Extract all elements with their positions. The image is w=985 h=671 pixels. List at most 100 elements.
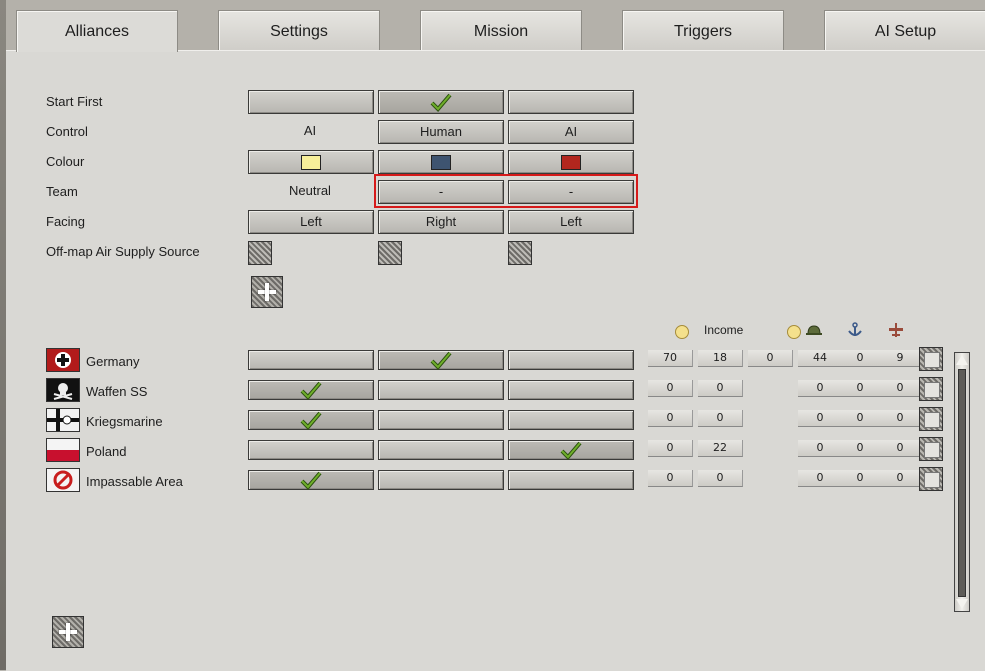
income-header: Income: [704, 323, 744, 337]
label-start-first: Start First: [46, 94, 103, 109]
resource-value[interactable]: 22: [698, 440, 743, 457]
income-value[interactable]: 0: [648, 440, 693, 457]
faction-edit-button[interactable]: [919, 437, 943, 461]
faction-name-waffen-ss: Waffen SS: [86, 384, 148, 399]
faction-germany-side-1[interactable]: [248, 350, 374, 370]
anchor-value[interactable]: 0: [838, 410, 883, 427]
tab-ai-setup[interactable]: AI Setup: [824, 10, 985, 51]
faction-name-germany: Germany: [86, 354, 140, 369]
faction-kriegsmarine-side-3[interactable]: [508, 410, 634, 430]
scroll-track[interactable]: [958, 369, 966, 597]
faction-name-poland: Poland: [86, 444, 127, 459]
scroll-down-icon[interactable]: [956, 599, 968, 609]
checkmark-icon: [300, 381, 322, 400]
income-value[interactable]: 0: [648, 410, 693, 427]
control-side-3[interactable]: AI: [508, 120, 634, 144]
colour-side-3[interactable]: [508, 150, 634, 174]
faction-poland-side-2[interactable]: [378, 440, 504, 460]
air-supply-checkbox-side-3[interactable]: [508, 241, 532, 265]
faction-kriegsmarine-side-1[interactable]: [248, 410, 374, 430]
helmet-value[interactable]: 0: [798, 380, 843, 397]
add-side-button[interactable]: [251, 276, 283, 308]
faction-edit-button[interactable]: [919, 467, 943, 491]
resource-value[interactable]: 0: [748, 350, 793, 367]
plane-value[interactable]: 9: [878, 350, 923, 367]
checkmark-icon: [300, 411, 322, 430]
team-side-1: Neutral: [289, 183, 331, 198]
colour-side-1[interactable]: [248, 150, 374, 174]
coin-icon: [787, 325, 801, 339]
add-faction-button[interactable]: [52, 616, 84, 648]
start-first-side-1[interactable]: [248, 90, 374, 114]
tab-settings[interactable]: Settings: [218, 10, 380, 51]
team-highlight-box: [374, 174, 638, 208]
checkmark-icon: [430, 93, 452, 112]
anchor-value[interactable]: 0: [838, 440, 883, 457]
flag-kriegsmarine: [46, 408, 80, 432]
flag-germany: [46, 348, 80, 372]
income-value[interactable]: 70: [648, 350, 693, 367]
plane-icon: [889, 323, 903, 337]
faction-waffen-ss-side-2[interactable]: [378, 380, 504, 400]
faction-germany-side-2[interactable]: [378, 350, 504, 370]
tab-mission[interactable]: Mission: [420, 10, 582, 51]
control-side-2[interactable]: Human: [378, 120, 504, 144]
plane-value[interactable]: 0: [878, 410, 923, 427]
helmet-value[interactable]: 0: [798, 410, 843, 427]
anchor-value[interactable]: 0: [838, 350, 883, 367]
air-supply-checkbox-side-2[interactable]: [378, 241, 402, 265]
faction-kriegsmarine-side-2[interactable]: [378, 410, 504, 430]
faction-list-scrollbar[interactable]: [954, 352, 970, 612]
resource-value[interactable]: 0: [698, 380, 743, 397]
colour-swatch: [301, 155, 321, 171]
label-colour: Colour: [46, 154, 85, 169]
plane-value[interactable]: 0: [878, 470, 923, 487]
faction-germany-side-3[interactable]: [508, 350, 634, 370]
faction-poland-side-1[interactable]: [248, 440, 374, 460]
label-air-supply: Off-map Air Supply Source: [46, 244, 200, 259]
scroll-up-icon[interactable]: [956, 355, 968, 365]
faction-waffen-ss-side-1[interactable]: [248, 380, 374, 400]
anchor-icon: [848, 322, 862, 336]
colour-swatch: [431, 155, 451, 171]
start-first-side-3[interactable]: [508, 90, 634, 114]
faction-impassable-side-2[interactable]: [378, 470, 504, 490]
control-side-1: AI: [303, 123, 317, 138]
checkmark-icon: [560, 441, 582, 460]
label-facing: Facing: [46, 214, 86, 229]
helmet-icon: [806, 325, 822, 335]
faction-poland-side-3[interactable]: [508, 440, 634, 460]
start-first-side-2[interactable]: [378, 90, 504, 114]
resource-value[interactable]: 18: [698, 350, 743, 367]
faction-impassable-side-1[interactable]: [248, 470, 374, 490]
faction-edit-button[interactable]: [919, 347, 943, 371]
tab-alliances[interactable]: Alliances: [16, 10, 178, 52]
label-control: Control: [46, 124, 88, 139]
faction-edit-button[interactable]: [919, 377, 943, 401]
plane-value[interactable]: 0: [878, 440, 923, 457]
facing-side-2[interactable]: Right: [378, 210, 504, 234]
faction-waffen-ss-side-3[interactable]: [508, 380, 634, 400]
resource-value[interactable]: 0: [698, 410, 743, 427]
income-value[interactable]: 0: [648, 470, 693, 487]
label-team: Team: [46, 184, 78, 199]
flag-poland: [46, 438, 80, 462]
resource-value[interactable]: 0: [698, 470, 743, 487]
plane-value[interactable]: 0: [878, 380, 923, 397]
colour-side-2[interactable]: [378, 150, 504, 174]
air-supply-checkbox-side-1[interactable]: [248, 241, 272, 265]
helmet-value[interactable]: 0: [798, 470, 843, 487]
faction-impassable-side-3[interactable]: [508, 470, 634, 490]
facing-side-1[interactable]: Left: [248, 210, 374, 234]
faction-name-kriegsmarine: Kriegsmarine: [86, 414, 163, 429]
anchor-value[interactable]: 0: [838, 470, 883, 487]
income-value[interactable]: 0: [648, 380, 693, 397]
anchor-value[interactable]: 0: [838, 380, 883, 397]
faction-name-impassable-area: Impassable Area: [86, 474, 183, 489]
tab-triggers[interactable]: Triggers: [622, 10, 784, 51]
helmet-value[interactable]: 0: [798, 440, 843, 457]
checkmark-icon: [300, 471, 322, 490]
helmet-value[interactable]: 44: [798, 350, 843, 367]
facing-side-3[interactable]: Left: [508, 210, 634, 234]
faction-edit-button[interactable]: [919, 407, 943, 431]
